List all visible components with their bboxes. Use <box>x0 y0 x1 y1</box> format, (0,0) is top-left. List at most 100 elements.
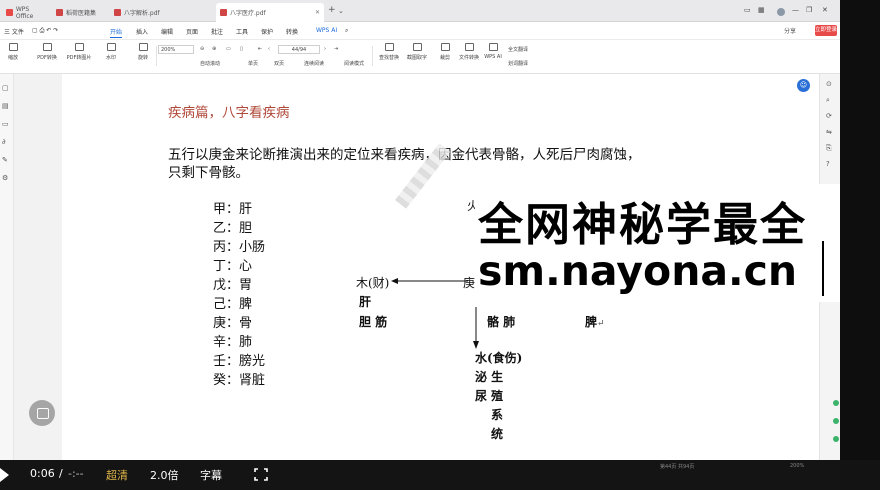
divider <box>156 46 157 66</box>
auto-scroll-toggle[interactable]: 自动滚动 <box>200 60 220 67</box>
menu-item-comment[interactable]: 批注 <box>211 27 223 36</box>
menu-item-page[interactable]: 页面 <box>186 27 198 36</box>
menu-bar: 三 文件 ▢ ⎙ ↶ ↷ 开始 插入 编辑 页面 批注 工具 保护 转换 WPS… <box>0 22 840 40</box>
last-page-icon[interactable]: ⇥ <box>334 46 338 52</box>
select-icon[interactable]: ⊙ <box>826 80 832 88</box>
comment-icon[interactable]: ▭ <box>2 120 9 128</box>
grid-icon[interactable]: ▦ <box>758 6 765 14</box>
chevron-down-icon[interactable]: ⌄ <box>338 7 344 15</box>
zoom-out-icon[interactable]: ⊖ <box>200 46 204 52</box>
convert-icon <box>42 43 52 51</box>
box-icon[interactable]: ▭ <box>744 6 751 14</box>
diagram-tong: 统 <box>491 427 504 441</box>
search-icon[interactable]: ⌕ <box>345 27 348 35</box>
organ-mapping: 甲：肝 <box>213 202 253 217</box>
pdf-convert-button[interactable]: PDF转换 <box>34 43 60 61</box>
zoom-select[interactable]: 200% <box>158 45 194 54</box>
tab-document-active[interactable]: 八字医疗.pdf ✕ <box>216 3 324 22</box>
pdf-to-image-button[interactable]: PDF转图片 <box>66 43 92 61</box>
floating-window-button[interactable] <box>29 400 55 426</box>
pen-icon[interactable]: ✎ <box>2 156 8 164</box>
menu-item-convert[interactable]: 转换 <box>286 27 298 36</box>
pdf-icon <box>56 9 63 16</box>
tab-document-1[interactable]: 稻荷医籍集 <box>52 3 104 22</box>
page-number-input[interactable]: 44/94 <box>278 45 320 54</box>
continuous-read-toggle[interactable]: 连续阅读 <box>304 60 324 67</box>
zoom-in-icon[interactable]: ⊕ <box>212 46 216 52</box>
video-side-bar <box>840 0 880 490</box>
status-dot <box>833 400 839 406</box>
organ-mapping: 庚：骨 <box>213 316 253 331</box>
single-page-toggle[interactable]: 单页 <box>248 60 258 67</box>
rotate-button[interactable]: 旋转 <box>130 43 156 61</box>
share-button[interactable]: 分享 <box>784 26 796 35</box>
fullscreen-icon[interactable] <box>254 468 268 481</box>
wps-ai-menu[interactable]: WPS AI <box>316 27 337 34</box>
button-label: 水印 <box>105 55 116 61</box>
tab-bar: WPS Office 稻荷医籍集 八字解析.pdf 八字医疗.pdf ✕ + ⌄… <box>0 0 840 22</box>
quality-button[interactable]: 超清 <box>106 467 128 483</box>
close-tab-icon[interactable]: ✕ <box>315 9 320 16</box>
menu-item-tools[interactable]: 工具 <box>236 27 248 36</box>
help-icon[interactable]: ? <box>826 160 830 168</box>
next-page-icon[interactable]: › <box>324 46 326 52</box>
fit-width-icon[interactable]: ▯ <box>240 46 243 52</box>
menu-item-protect[interactable]: 保护 <box>261 27 273 36</box>
tab-wps-office[interactable]: WPS Office <box>2 3 48 22</box>
current-time: 0:06 <box>30 467 55 480</box>
subtitle-button[interactable]: 字幕 <box>200 467 222 483</box>
close-window-icon[interactable]: ✕ <box>822 6 828 14</box>
file-icon <box>464 43 474 51</box>
organ-mapping: 丙：小肠 <box>213 240 266 255</box>
arrow-left-icon <box>391 278 468 284</box>
assistant-icon[interactable]: ☺ <box>797 79 810 92</box>
attachment-icon[interactable]: ∂ <box>2 138 6 146</box>
export-icon[interactable]: ⎘ <box>826 144 832 153</box>
save-icon[interactable]: ▢ ⎙ ↶ ↷ <box>32 27 58 35</box>
menu-item-insert[interactable]: 插入 <box>136 27 148 36</box>
prev-page-icon[interactable]: ‹ <box>268 46 270 52</box>
tab-document-2[interactable]: 八字解析.pdf <box>110 3 210 22</box>
wps-ai-button[interactable]: WPS AI <box>480 43 506 60</box>
screenshot-ocr-button[interactable]: 截图取字 <box>404 43 430 61</box>
menu-item-edit[interactable]: 编辑 <box>161 27 173 36</box>
play-icon[interactable] <box>0 468 9 482</box>
toolbar: 缩放 PDF转换 PDF转图片 水印 旋转 200% ⊖ ⊕ ▭ ▯ ⇤ ‹ 4… <box>0 40 840 74</box>
new-tab-icon[interactable]: + <box>328 5 336 15</box>
restore-icon[interactable]: ❐ <box>806 6 812 14</box>
full-translate-button[interactable]: 全文翻译 <box>508 46 528 53</box>
section-title: 疾病篇，八字看疾病 <box>168 105 290 121</box>
avatar[interactable] <box>777 8 785 16</box>
menu-item-home[interactable]: 开始 <box>110 27 123 38</box>
paragraph-line: 五行以庚金来论断推演出来的定位来看疾病，因金代表骨骼，人死后尸肉腐蚀， <box>168 147 641 163</box>
button-label: 查找替换 <box>378 55 399 61</box>
speed-button[interactable]: 2.0倍 <box>150 467 179 483</box>
settings-icon[interactable]: ⚙ <box>2 174 8 182</box>
organ-mapping: 戊：胃 <box>213 278 253 293</box>
first-page-icon[interactable]: ⇤ <box>258 46 262 52</box>
thumbnail-icon[interactable]: ▢ <box>2 84 9 92</box>
fit-page-icon[interactable]: ▭ <box>226 46 231 52</box>
read-mode-toggle[interactable]: 阅读模式 <box>344 60 364 67</box>
file-menu[interactable]: 三 文件 <box>4 27 24 36</box>
login-button[interactable]: 立即登录 <box>815 25 837 36</box>
zoom-tool-button[interactable]: 缩放 <box>0 43 26 61</box>
diagram-niao-zhi: 尿 殖 <box>475 389 504 403</box>
watermark-button[interactable]: 水印 <box>98 43 124 61</box>
diagram-water: 水(食伤) <box>475 351 523 365</box>
double-page-toggle[interactable]: 双页 <box>274 60 284 67</box>
status-dot <box>833 436 839 442</box>
adjust-icon[interactable]: ⇋ <box>826 128 832 136</box>
minimize-icon[interactable]: — <box>792 6 799 14</box>
file-convert-button[interactable]: 文件转换 <box>456 43 482 61</box>
watermark-line-2: sm.nayona.cn <box>478 247 798 295</box>
word-translate-button[interactable]: 划词翻译 <box>508 60 528 67</box>
search-icon[interactable]: ⌕ <box>826 96 830 105</box>
time-separator: / <box>59 467 63 480</box>
crop-button[interactable]: 裁剪 <box>432 43 458 61</box>
diagram-mi-sheng: 泌 生 <box>475 370 504 384</box>
sync-icon[interactable]: ⟳ <box>826 112 832 120</box>
bookmark-icon[interactable]: ▤ <box>2 102 9 110</box>
diagram-xi: 系 <box>491 408 504 422</box>
find-replace-button[interactable]: 查找替换 <box>376 43 402 61</box>
